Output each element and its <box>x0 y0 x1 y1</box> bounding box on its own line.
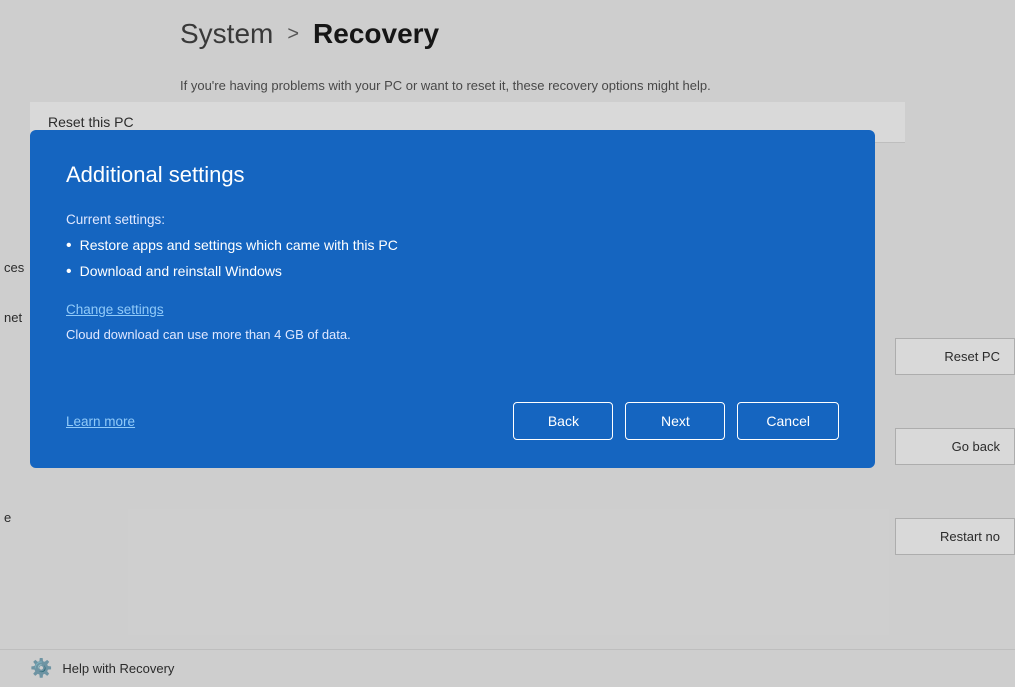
dialog-note: Cloud download can use more than 4 GB of… <box>66 327 839 342</box>
change-settings-link[interactable]: Change settings <box>66 302 164 317</box>
additional-settings-dialog: Additional settings Current settings: Re… <box>30 130 875 468</box>
dialog-action-buttons: Back Next Cancel <box>513 402 839 440</box>
cancel-button[interactable]: Cancel <box>737 402 839 440</box>
dialog-footer: Learn more Back Next Cancel <box>66 402 839 440</box>
bullet-item-2: Download and reinstall Windows <box>66 263 839 281</box>
dialog-title: Additional settings <box>66 162 839 188</box>
back-button[interactable]: Back <box>513 402 613 440</box>
learn-more-link[interactable]: Learn more <box>66 414 135 429</box>
current-settings-label: Current settings: <box>66 212 839 227</box>
next-button[interactable]: Next <box>625 402 725 440</box>
settings-bullet-list: Restore apps and settings which came wit… <box>66 237 839 281</box>
bullet-item-1: Restore apps and settings which came wit… <box>66 237 839 255</box>
